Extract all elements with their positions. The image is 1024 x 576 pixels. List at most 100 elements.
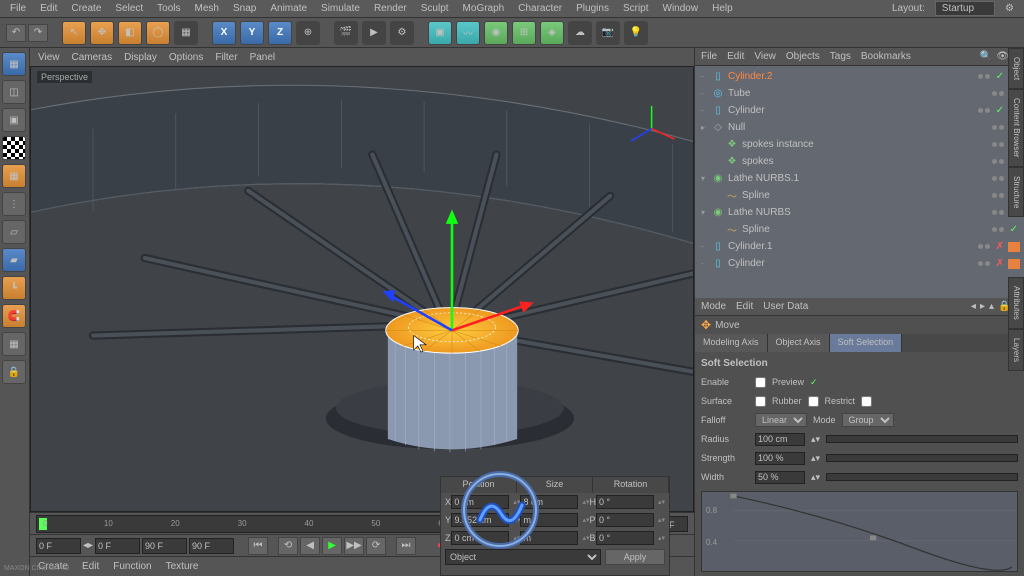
nav-back-icon[interactable]: ◂ <box>971 301 976 312</box>
visibility-dots[interactable] <box>978 244 990 249</box>
menu-create[interactable]: Create <box>65 1 107 16</box>
om-file[interactable]: File <box>701 51 717 62</box>
viewport-perspective[interactable]: Perspective <box>30 66 694 512</box>
texture-mode[interactable] <box>2 136 26 160</box>
visibility-dots[interactable] <box>992 91 1004 96</box>
tab-object-axis[interactable]: Object Axis <box>768 334 830 352</box>
expand-icon[interactable]: ▸ <box>701 123 711 132</box>
nav-fwd-icon[interactable]: ▸ <box>980 301 985 312</box>
coord-x-size[interactable] <box>520 495 578 509</box>
vp-options[interactable]: Options <box>169 52 203 63</box>
coord-x-pos[interactable] <box>451 495 509 509</box>
falloff-graph[interactable]: 0.8 0.4 <box>701 491 1018 572</box>
expand-icon[interactable]: - <box>701 72 711 81</box>
visibility-dots[interactable] <box>992 176 1004 181</box>
expand-icon[interactable]: - <box>701 242 711 251</box>
vp-cameras[interactable]: Cameras <box>72 52 113 63</box>
softsel-radius[interactable] <box>755 433 805 446</box>
menu-simulate[interactable]: Simulate <box>315 1 366 16</box>
coord-z-size[interactable] <box>520 531 578 545</box>
undo-button[interactable]: ↶ <box>6 24 26 42</box>
expand-icon[interactable]: ▾ <box>701 208 711 217</box>
om-bookmarks[interactable]: Bookmarks <box>861 51 911 62</box>
vp-filter[interactable]: Filter <box>215 52 237 63</box>
softsel-restrict[interactable] <box>861 396 872 407</box>
menu-script[interactable]: Script <box>617 1 655 16</box>
coord-y-size[interactable] <box>520 513 578 527</box>
menu-window[interactable]: Window <box>657 1 705 16</box>
softsel-radius-slider[interactable] <box>826 435 1018 443</box>
vtab-content[interactable]: Content Browser <box>1008 89 1024 167</box>
attr-userdata[interactable]: User Data <box>763 301 808 312</box>
last-tool[interactable]: ▦ <box>174 21 198 45</box>
attr-mode[interactable]: Mode <box>701 301 726 312</box>
edge-mode[interactable]: ▱ <box>2 220 26 244</box>
tree-row[interactable]: -▯Cylinder.1✗ <box>697 238 1022 255</box>
menu-help[interactable]: Help <box>706 1 739 16</box>
render-pv[interactable]: ▶ <box>362 21 386 45</box>
coord-system[interactable]: ⊕ <box>296 21 320 45</box>
vtab-structure[interactable]: Structure <box>1008 167 1024 217</box>
visibility-dots[interactable] <box>992 210 1004 215</box>
vp-panel[interactable]: Panel <box>250 52 276 63</box>
menu-file[interactable]: File <box>4 1 32 16</box>
visibility-dots[interactable] <box>978 74 990 79</box>
object-name[interactable]: Cylinder <box>728 105 978 116</box>
tree-row[interactable]: ❖spokes✓ <box>697 153 1022 170</box>
vtab-attributes[interactable]: Attributes <box>1008 277 1024 329</box>
object-mode[interactable]: ▣ <box>2 108 26 132</box>
tree-row[interactable]: ▾◉Lathe NURBS✓ <box>697 204 1022 221</box>
softsel-width-slider[interactable] <box>826 473 1018 481</box>
make-editable[interactable]: ▦ <box>2 52 26 76</box>
visibility-dots[interactable] <box>992 125 1004 130</box>
tree-row[interactable]: 〜Spline✓ <box>697 187 1022 204</box>
goto-end[interactable]: ⏭ <box>396 537 416 555</box>
move-tool[interactable]: ✥ <box>90 21 114 45</box>
coord-b-rot[interactable] <box>596 531 654 545</box>
model-mode[interactable]: ◫ <box>2 80 26 104</box>
range-end[interactable] <box>142 538 187 554</box>
coord-apply-button[interactable]: Apply <box>605 549 665 565</box>
snap-toggle[interactable]: 🧲 <box>2 304 26 328</box>
attr-edit[interactable]: Edit <box>736 301 753 312</box>
object-name[interactable]: Spline <box>742 190 992 201</box>
expand-icon[interactable]: - <box>701 106 711 115</box>
tree-row[interactable]: ❖spokes instance✓ <box>697 136 1022 153</box>
tree-row[interactable]: -▯Cylinder✗ <box>697 255 1022 272</box>
tree-row[interactable]: ▾◉Lathe NURBS.1✓ <box>697 170 1022 187</box>
curve-handle-start[interactable] <box>730 494 736 499</box>
visibility-dots[interactable] <box>978 261 990 266</box>
tree-row[interactable]: 〜Spline✓ <box>697 221 1022 238</box>
workplane-toggle[interactable]: ▦ <box>2 332 26 356</box>
expand-icon[interactable]: ▾ <box>701 174 711 183</box>
coord-mode-select[interactable]: Object <box>445 549 601 565</box>
add-spline[interactable]: 〰 <box>456 21 480 45</box>
mat-edit[interactable]: Edit <box>82 561 99 572</box>
layout-select[interactable]: Startup <box>935 1 995 16</box>
om-tags[interactable]: Tags <box>830 51 851 62</box>
tree-row[interactable]: -▯Cylinder✓ <box>697 102 1022 119</box>
mat-function[interactable]: Function <box>113 561 151 572</box>
enable-check-icon[interactable]: ✓ <box>996 105 1004 116</box>
object-name[interactable]: Lathe NURBS.1 <box>728 173 992 184</box>
search-icon[interactable]: 🔍 <box>980 51 992 62</box>
coord-z-pos[interactable] <box>451 531 509 545</box>
select-tool[interactable]: ↖ <box>62 21 86 45</box>
scale-tool[interactable]: ◧ <box>118 21 142 45</box>
visibility-dots[interactable] <box>978 108 990 113</box>
next-key[interactable]: ⟳ <box>366 537 386 555</box>
softsel-enable[interactable] <box>755 377 766 388</box>
render-view[interactable]: 🎬 <box>334 21 358 45</box>
menu-animate[interactable]: Animate <box>264 1 313 16</box>
softsel-width[interactable] <box>755 471 805 484</box>
axis-mode[interactable]: ┗ <box>2 276 26 300</box>
object-name[interactable]: spokes instance <box>742 139 992 150</box>
current-frame[interactable] <box>95 538 140 554</box>
add-nurbs[interactable]: ◉ <box>484 21 508 45</box>
vtab-layers[interactable]: Layers <box>1008 329 1024 371</box>
softsel-rubber[interactable] <box>808 396 819 407</box>
menu-plugins[interactable]: Plugins <box>570 1 615 16</box>
add-light[interactable]: 💡 <box>624 21 648 45</box>
visibility-dots[interactable] <box>992 193 1004 198</box>
menu-character[interactable]: Character <box>512 1 568 16</box>
